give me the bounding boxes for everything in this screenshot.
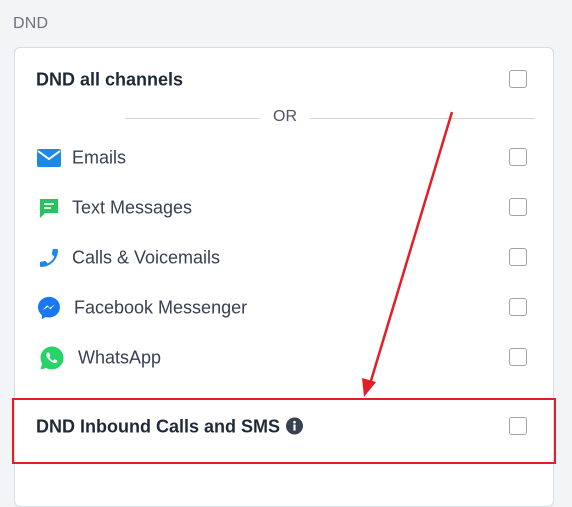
dnd-all-label: DND all channels <box>36 69 184 90</box>
messenger-checkbox[interactable] <box>509 298 527 316</box>
or-divider: OR <box>125 108 535 128</box>
emails-checkbox[interactable] <box>509 148 527 166</box>
whatsapp-checkbox[interactable] <box>509 348 527 366</box>
channel-row-emails[interactable]: Emails <box>15 143 553 173</box>
phone-icon <box>36 245 62 271</box>
calls-checkbox[interactable] <box>509 248 527 266</box>
dnd-all-row[interactable]: DND all channels <box>15 65 553 95</box>
text-messages-checkbox[interactable] <box>509 198 527 216</box>
chat-icon <box>36 195 62 221</box>
channel-label-text-messages: Text Messages <box>72 197 193 218</box>
channel-row-text-messages[interactable]: Text Messages <box>15 193 553 223</box>
channel-row-whatsapp[interactable]: WhatsApp <box>15 343 553 373</box>
annotation-highlight-box <box>12 398 556 464</box>
dnd-all-checkbox[interactable] <box>509 70 527 88</box>
channel-label-whatsapp: WhatsApp <box>78 347 162 368</box>
divider-line-left <box>125 118 260 119</box>
whatsapp-icon <box>38 344 66 372</box>
or-text: OR <box>273 108 297 125</box>
channel-row-messenger[interactable]: Facebook Messenger <box>15 293 553 323</box>
section-title: DND <box>13 15 49 32</box>
divider-line-right <box>310 118 535 119</box>
messenger-icon <box>36 295 62 321</box>
channel-label-calls: Calls & Voicemails <box>72 247 221 268</box>
channel-label-emails: Emails <box>72 147 127 168</box>
channel-row-calls[interactable]: Calls & Voicemails <box>15 243 553 273</box>
email-icon <box>36 145 62 171</box>
channel-label-messenger: Facebook Messenger <box>74 297 248 318</box>
